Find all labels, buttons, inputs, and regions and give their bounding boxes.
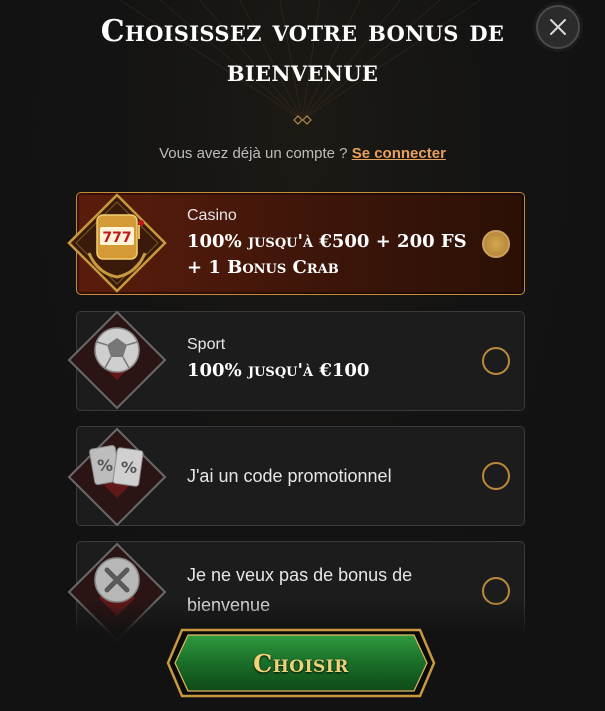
option-casino-offer: 100% jusqu'à €500 + 200 FS + 1 Bonus Cra… (187, 231, 467, 278)
promo-code-icon: % % (67, 427, 167, 527)
option-casino-radio[interactable] (482, 230, 510, 258)
option-promo-code[interactable]: % % J'ai un code promotionnel (67, 426, 525, 527)
modal-title: Choisissez votre bonus de bienvenue (100, 14, 505, 89)
no-bonus-icon (67, 542, 167, 642)
login-link[interactable]: Se connecter (352, 145, 446, 162)
choose-button-label: Choisir (253, 648, 349, 678)
login-prompt: Vous avez déjà un compte ? Se connecter (0, 145, 605, 162)
svg-text:%: % (97, 456, 113, 475)
option-sport-label: Sport (187, 336, 226, 353)
option-promo-radio[interactable] (482, 462, 510, 490)
close-button[interactable] (536, 5, 580, 49)
welcome-bonus-modal: Choisissez votre bonus de bienvenue Vous… (0, 0, 605, 711)
close-icon (550, 19, 566, 35)
svg-text:%: % (121, 458, 137, 477)
slot-machine-icon: 777 (67, 193, 167, 293)
option-no-bonus-text: Je ne veux pas de bonus de bienvenue (187, 565, 413, 615)
option-no-bonus-radio[interactable] (482, 577, 510, 605)
option-casino[interactable]: 777 Casino 100% jusqu'à €500 + 200 FS + … (67, 192, 525, 295)
soccer-ball-icon (67, 310, 167, 410)
option-promo-text: J'ai un code promotionnel (187, 466, 392, 486)
svg-text:777: 777 (102, 230, 131, 246)
option-sport-offer: 100% jusqu'à €100 (187, 360, 370, 381)
title-divider (100, 115, 505, 125)
choose-button[interactable]: Choisir (166, 626, 436, 700)
option-casino-label: Casino (187, 207, 237, 224)
login-prompt-text: Vous avez déjà un compte ? (159, 145, 348, 162)
option-sport-radio[interactable] (482, 347, 510, 375)
option-sport[interactable]: Sport 100% jusqu'à €100 (67, 310, 525, 411)
